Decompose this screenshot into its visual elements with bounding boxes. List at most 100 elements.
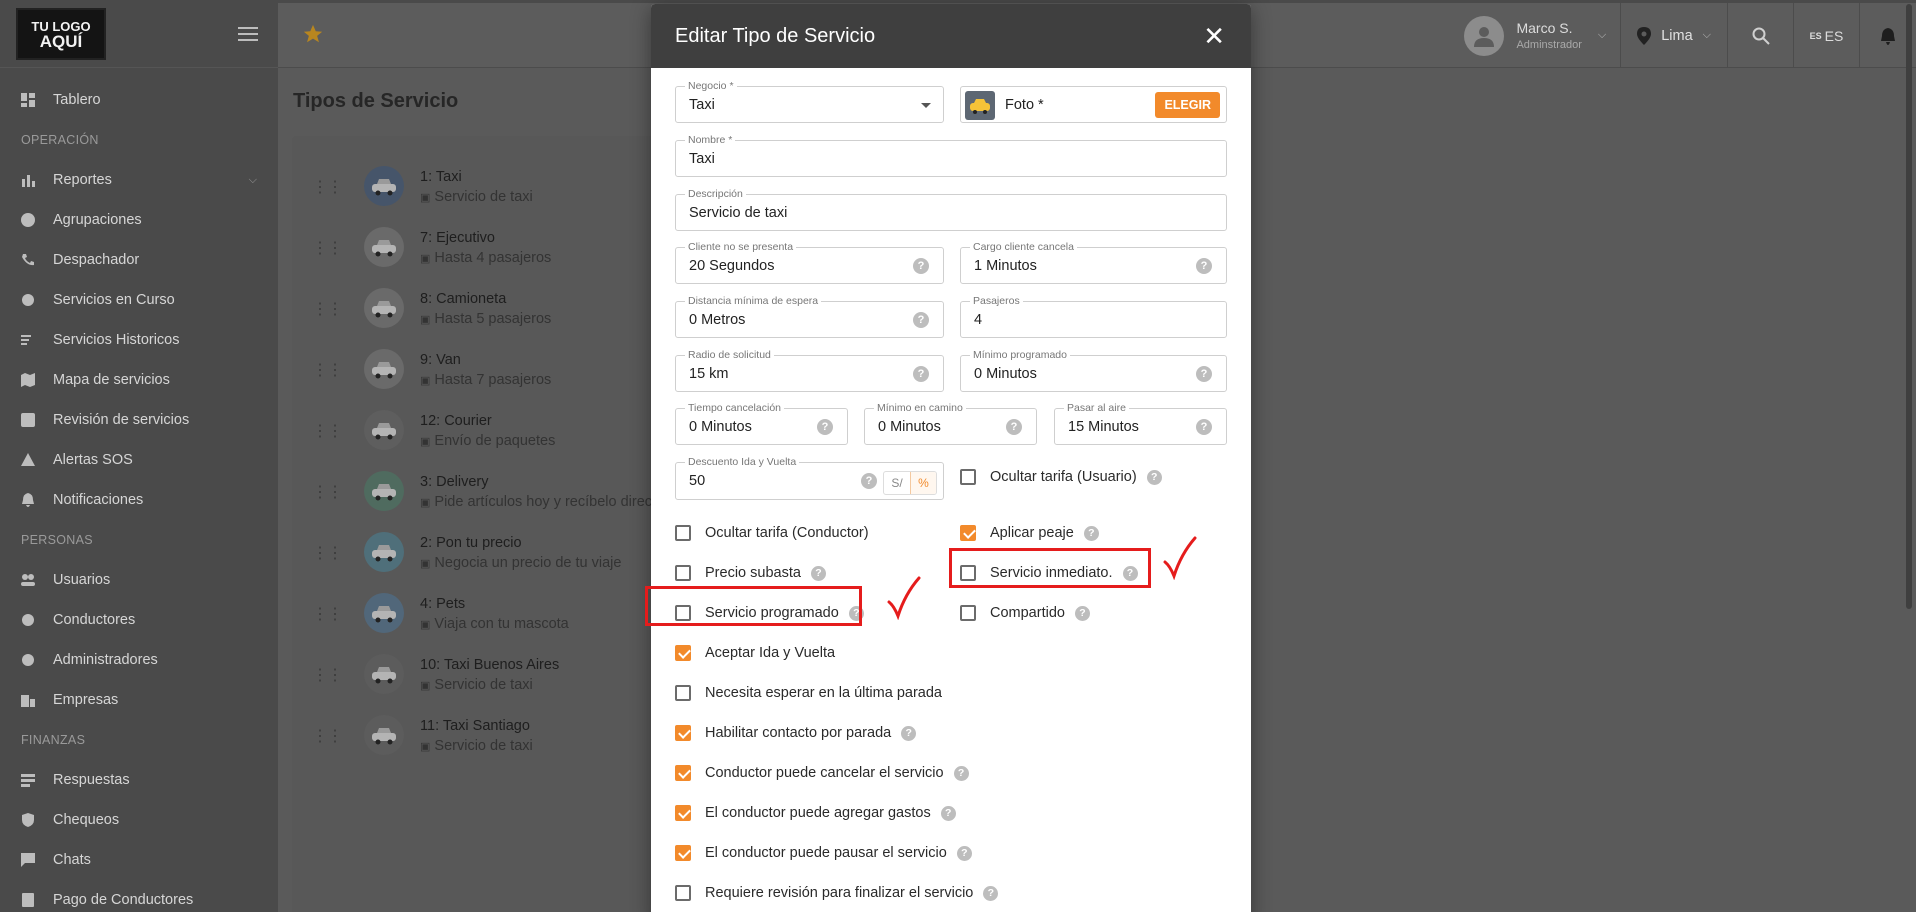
checkbox[interactable] [675, 685, 691, 701]
sidebar-item-revision-de-servicios[interactable]: Revisión de servicios [0, 400, 278, 440]
minimo-programado-input[interactable]: Mínimo programado 0 Minutos ? [960, 349, 1227, 392]
checkbox-option[interactable]: Requiere revisión para finalizar el serv… [675, 883, 999, 903]
drag-handle-icon[interactable]: ⋮⋮ [312, 726, 343, 746]
location-selector[interactable]: Lima ⌵ [1621, 3, 1728, 68]
checkbox-option[interactable]: Precio subasta? [675, 563, 826, 583]
cargo-cliente-cancela-input[interactable]: Cargo cliente cancela 1 Minutos ? [960, 241, 1227, 284]
drag-handle-icon[interactable]: ⋮⋮ [312, 238, 343, 258]
negocio-select[interactable]: Negocio * Taxi [675, 80, 944, 123]
sidebar-item-servicios-en-curso[interactable]: Servicios en Curso [0, 280, 278, 320]
cliente-no-presenta-input[interactable]: Cliente no se presenta 20 Segundos ? [675, 241, 944, 284]
unit-currency-option[interactable]: S/ [884, 472, 910, 494]
checkbox[interactable] [675, 845, 691, 861]
help-icon[interactable]: ? [953, 765, 969, 781]
help-icon[interactable]: ? [861, 473, 877, 489]
sidebar-item-pago-de-conductores[interactable]: Pago de Conductores [0, 880, 278, 912]
sidebar-item-chats[interactable]: Chats [0, 840, 278, 880]
checkbox-option[interactable]: El conductor puede pausar el servicio? [675, 843, 972, 863]
checkbox-option[interactable]: Compartido? [960, 603, 1090, 623]
choose-photo-button[interactable]: ELEGIR [1155, 92, 1220, 118]
help-icon[interactable]: ? [1196, 366, 1212, 382]
minimo-en-camino-input[interactable]: Mínimo en camino 0 Minutos ? [864, 402, 1037, 445]
user-menu[interactable]: Marco S. Adminstrador ⌵ [1464, 3, 1622, 68]
help-icon[interactable]: ? [810, 565, 826, 581]
checkbox-option[interactable]: El conductor puede agregar gastos? [675, 803, 956, 823]
sidebar-item-servicios-historicos[interactable]: Servicios Historicos [0, 320, 278, 360]
sidebar-item-notificaciones[interactable]: Notificaciones [0, 480, 278, 520]
search-button[interactable] [1728, 3, 1794, 68]
help-icon[interactable]: ? [913, 258, 929, 274]
sidebar-item-alertas-sos[interactable]: Alertas SOS [0, 440, 278, 480]
checkbox-option[interactable]: Necesita esperar en la última parada [675, 683, 942, 703]
descuento-ida-vuelta-input[interactable]: Descuento Ida y Vuelta 50 ? S/ % [675, 456, 944, 500]
checkbox[interactable] [675, 765, 691, 781]
logo[interactable]: TU LOGO AQUÍ [16, 7, 106, 60]
help-icon[interactable]: ? [1196, 258, 1212, 274]
chevron-down-icon[interactable]: ⌵ [249, 174, 257, 187]
service-title: 1: Taxi [420, 169, 462, 185]
sidebar-item-reportes[interactable]: Reportes ⌵ [0, 160, 278, 200]
checkbox[interactable] [675, 565, 691, 581]
help-icon[interactable]: ? [983, 885, 999, 901]
drag-handle-icon[interactable]: ⋮⋮ [312, 421, 343, 441]
sidebar-item-agrupaciones[interactable]: Agrupaciones [0, 200, 278, 240]
drag-handle-icon[interactable]: ⋮⋮ [312, 299, 343, 319]
sidebar-item-conductores[interactable]: Conductores [0, 600, 278, 640]
tiempo-cancelacion-input[interactable]: Tiempo cancelación 0 Minutos ? [675, 402, 848, 445]
nombre-input[interactable]: Nombre * Taxi [675, 134, 1227, 177]
sidebar-item-chequeos[interactable]: Chequeos [0, 800, 278, 840]
checkbox[interactable] [675, 525, 691, 541]
sidebar-item-tablero[interactable]: Tablero [0, 80, 278, 120]
checkbox-option[interactable]: Ocultar tarifa (Conductor) [675, 523, 869, 543]
pasar-al-aire-input[interactable]: Pasar al aire 15 Minutos ? [1054, 402, 1227, 445]
checkbox-option[interactable]: Ocultar tarifa (Usuario)? [960, 467, 1162, 487]
menu-toggle-icon[interactable] [238, 26, 258, 41]
checkbox[interactable] [675, 885, 691, 901]
help-icon[interactable]: ? [956, 845, 972, 861]
drag-handle-icon[interactable]: ⋮⋮ [312, 482, 343, 502]
checkbox-option[interactable]: Habilitar contacto por parada? [675, 723, 917, 743]
help-icon[interactable]: ? [901, 725, 917, 741]
checkbox-option[interactable]: Conductor puede cancelar el servicio? [675, 763, 969, 783]
checkbox-label: Necesita esperar en la última parada [705, 685, 942, 701]
sidebar-item-mapa-de-servicios[interactable]: Mapa de servicios [0, 360, 278, 400]
language-selector[interactable]: ES ES [1794, 3, 1860, 68]
checkbox[interactable] [960, 605, 976, 621]
help-icon[interactable]: ? [940, 805, 956, 821]
sidebar-item-usuarios[interactable]: Usuarios [0, 560, 278, 600]
help-icon[interactable]: ? [1146, 469, 1162, 485]
descripcion-input[interactable]: Descripción Servicio de taxi [675, 188, 1227, 231]
checkbox-option[interactable]: Aceptar Ida y Vuelta [675, 643, 835, 663]
drag-handle-icon[interactable]: ⋮⋮ [312, 665, 343, 685]
drag-handle-icon[interactable]: ⋮⋮ [312, 543, 343, 563]
distancia-minima-input[interactable]: Distancia mínima de espera 0 Metros ? [675, 295, 944, 338]
help-icon[interactable]: ? [913, 366, 929, 382]
page-scrollbar[interactable] [1906, 4, 1912, 609]
sidebar-item-despachador[interactable]: Despachador [0, 240, 278, 280]
checkbox[interactable] [675, 725, 691, 741]
close-icon[interactable]: ✕ [1203, 23, 1225, 49]
sidebar-item-respuestas[interactable]: Respuestas [0, 760, 278, 800]
star-icon[interactable] [302, 23, 324, 45]
checkbox[interactable] [960, 469, 976, 485]
radio-solicitud-input[interactable]: Radio de solicitud 15 km ? [675, 349, 944, 392]
sidebar-item-empresas[interactable]: Empresas [0, 680, 278, 720]
help-icon[interactable]: ? [1196, 419, 1212, 435]
checkbox[interactable] [675, 805, 691, 821]
help-icon[interactable]: ? [1083, 525, 1099, 541]
drag-handle-icon[interactable]: ⋮⋮ [312, 360, 343, 380]
drag-handle-icon[interactable]: ⋮⋮ [312, 177, 343, 197]
pasajeros-input[interactable]: Pasajeros 4 [960, 295, 1227, 338]
drag-handle-icon[interactable]: ⋮⋮ [312, 604, 343, 624]
unit-percent-option[interactable]: % [910, 472, 936, 494]
discount-unit-toggle[interactable]: S/ % [883, 471, 937, 495]
help-icon[interactable]: ? [913, 312, 929, 328]
help-icon[interactable]: ? [817, 419, 833, 435]
checkbox[interactable] [675, 645, 691, 661]
help-icon[interactable]: ? [1074, 605, 1090, 621]
field-value: 0 Minutos [974, 366, 1037, 382]
sidebar-item-administradores[interactable]: Administradores [0, 640, 278, 680]
checkbox[interactable] [960, 525, 976, 541]
help-icon[interactable]: ? [1006, 419, 1022, 435]
checkbox-option[interactable]: Aplicar peaje? [960, 523, 1099, 543]
